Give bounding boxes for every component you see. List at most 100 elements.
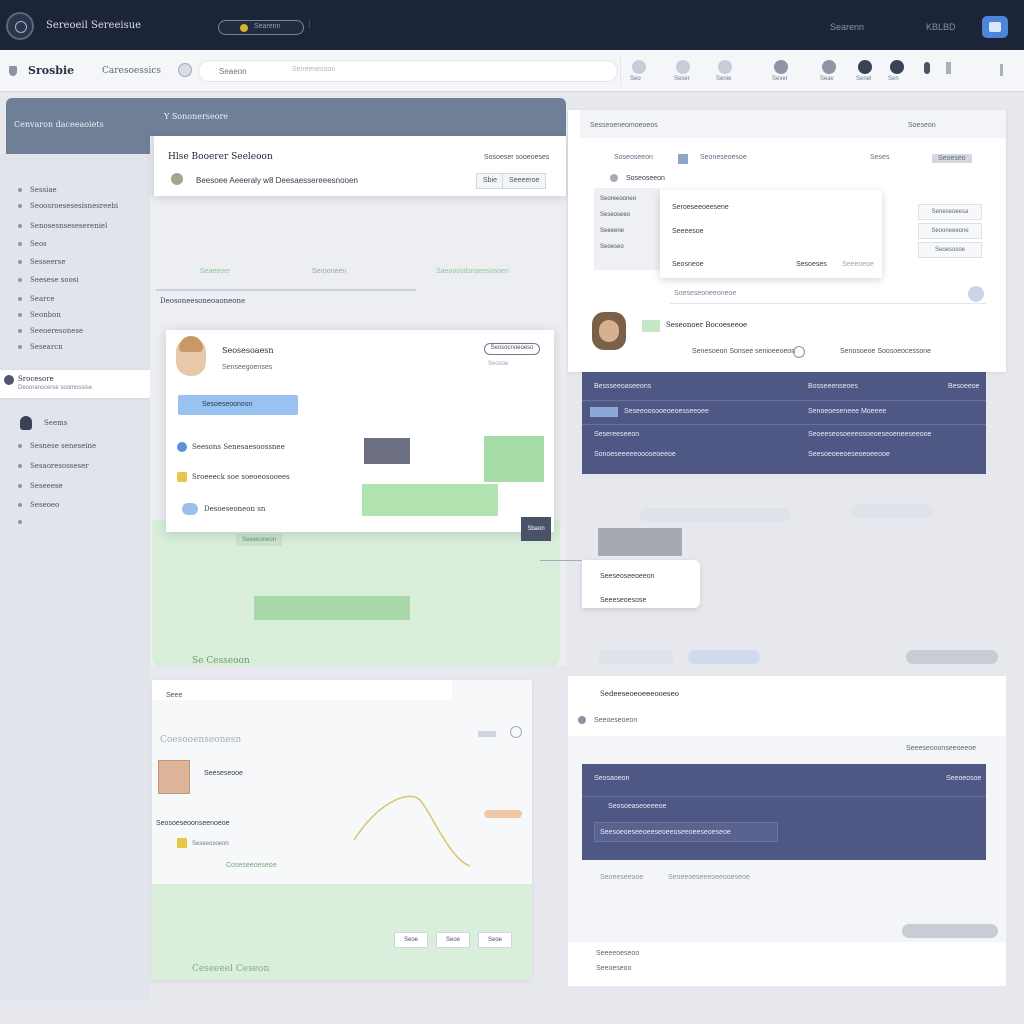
placeholder-pill — [906, 650, 998, 664]
car-icon[interactable] — [822, 60, 836, 74]
filter-list-item[interactable]: Seseoseeo — [600, 212, 630, 218]
filter-tag[interactable]: Serooneen — [312, 268, 346, 275]
pagination-button[interactable]: Seoe — [478, 932, 512, 948]
overflow-icon[interactable] — [1000, 64, 1003, 76]
sidebar-item[interactable]: Sessiae — [30, 186, 57, 194]
top-right-code[interactable]: KBLBD — [926, 22, 956, 32]
popover-item[interactable]: Seeseoseeoeeon — [600, 573, 655, 580]
tab[interactable]: Seoneseoesoe — [700, 154, 747, 161]
bell-icon[interactable] — [890, 60, 904, 74]
filter-icon[interactable] — [632, 60, 646, 74]
popover-item[interactable]: Seeeseoesose — [600, 597, 646, 604]
settings-icon[interactable] — [510, 726, 522, 738]
sidebar-header-title: Cenvaron daceeaoiets — [14, 120, 104, 129]
pagination-button[interactable]: Seoe — [436, 932, 470, 948]
placeholder-pill — [852, 504, 932, 518]
globe-icon[interactable] — [774, 60, 788, 74]
details-panel-action[interactable]: Soeseon — [908, 122, 936, 129]
dropdown-item[interactable]: Seroeseeoeesene — [672, 204, 729, 211]
side-action-button[interactable]: Seneseoeesa — [918, 204, 982, 220]
dropdown-item[interactable]: Seosneoe — [672, 261, 704, 268]
more-icon[interactable] — [946, 62, 951, 74]
tab-icon — [678, 154, 688, 164]
comment-input[interactable]: Soeseseoneeoneoe — [670, 286, 986, 304]
pin-icon[interactable] — [924, 62, 930, 74]
note-icon — [177, 472, 187, 482]
preview-thumbnail — [598, 528, 682, 556]
activity-tab[interactable] — [152, 680, 452, 700]
sidebar-item[interactable]: Seonbon — [30, 311, 61, 319]
summary-table-action[interactable]: Seeoeosoe — [946, 775, 981, 782]
tab[interactable]: Soseoseeon — [614, 154, 653, 161]
toolbar-label-1: Seo — [630, 76, 641, 82]
activity-line: Seosoeseoonseenoeoe — [156, 820, 230, 827]
detail-title: Hlse Booerer Seeleoon — [168, 152, 273, 162]
sidebar-item[interactable]: Sesnese seneseine — [30, 442, 96, 450]
gear-icon[interactable] — [178, 63, 192, 77]
tab-active[interactable]: Seoeseo — [932, 154, 972, 163]
toolbar-label-4: Sever — [772, 76, 788, 82]
top-right-label[interactable]: Searenn — [830, 22, 864, 32]
sidebar-item[interactable]: Seesese soosi — [30, 276, 79, 284]
reply-icon[interactable] — [793, 346, 805, 358]
profile-subtitle: Senseegoenses — [222, 364, 273, 371]
send-icon[interactable] — [968, 286, 984, 302]
sidebar-item[interactable]: Sesaoresosseser — [30, 462, 89, 470]
panel-chip[interactable]: Seeeeoneon — [236, 534, 282, 546]
summary-row: Seosoeaseoeeeoe — [608, 803, 667, 810]
table-header[interactable]: Bessseeoaseeons — [594, 383, 651, 390]
pagination-button[interactable]: Seoe — [394, 932, 428, 948]
status-badge[interactable]: Seosocnoeoeso — [484, 343, 540, 355]
filter-tag[interactable]: Saeooosdsnseesosoen — [436, 268, 509, 275]
side-action-button[interactable]: Seooneeeone — [918, 223, 982, 239]
sidebar-item[interactable]: Seeoeresonese — [30, 327, 83, 335]
side-action-button[interactable]: Seoesosoe — [918, 242, 982, 258]
floating-button[interactable]: Sbaon — [521, 517, 551, 541]
cloud-icon[interactable] — [858, 60, 872, 74]
tab[interactable]: Seses — [870, 154, 889, 161]
filter-list-item[interactable]: Seoreeooneo — [600, 196, 636, 202]
search-input[interactable] — [198, 60, 618, 82]
comment-meta: Senosoeoe Soosoeocessone — [840, 348, 932, 355]
sidebar-user-name[interactable]: Seems — [44, 419, 67, 427]
filter-list-item[interactable]: Seeeene — [600, 228, 624, 234]
dropdown-item[interactable]: Seeeesoe — [672, 228, 704, 235]
user-icon — [20, 416, 32, 430]
divider-mark-icon: ⁞ — [308, 20, 311, 31]
activity-tab-label: Seee — [166, 692, 183, 699]
chart-block-dark — [364, 438, 410, 464]
chart-bar — [254, 596, 410, 620]
dropdown-item[interactable]: Seeeoeoe — [842, 261, 874, 268]
sidebar-item-icon — [18, 260, 22, 264]
summary-meta: Seeeseooonseeoeeoe — [906, 745, 977, 752]
profile-name: Seosesoaesn — [222, 346, 274, 355]
row-checkbox[interactable] — [590, 407, 618, 417]
chat-button[interactable] — [982, 16, 1008, 38]
detail-small-button[interactable]: Sbie — [476, 173, 505, 189]
workspace-link[interactable]: Caresoessics — [102, 66, 161, 76]
shield-icon — [9, 66, 17, 76]
activity-user-name: Seeseseooe — [204, 770, 243, 777]
dropdown-item[interactable]: Sesoeses — [796, 261, 827, 268]
table-header[interactable]: Bosseeenseoes — [808, 383, 858, 390]
sidebar-item[interactable]: Sesearcn — [30, 343, 63, 351]
detail-action-button[interactable]: Seeeeroe — [502, 173, 547, 189]
workspace-name[interactable]: Srosbie — [28, 64, 74, 77]
filter-list-item[interactable]: Seoeseo — [600, 244, 624, 250]
clock-icon[interactable] — [676, 60, 690, 74]
sidebar-item[interactable]: Searce — [30, 295, 55, 303]
toolbar-label-5: Seav — [820, 76, 834, 82]
sidebar-item[interactable]: Seos — [30, 240, 47, 248]
filter-tag[interactable]: Seaeeoer — [200, 268, 230, 275]
sidebar-item[interactable]: Sesseerse — [30, 258, 66, 266]
sidebar-item[interactable]: Seoosroesesesisnesreebi — [30, 202, 118, 210]
sidebar-item[interactable]: Seseeese — [30, 482, 63, 490]
sidebar-item[interactable]: Senosesnsesesereniel — [30, 222, 107, 230]
app-logo[interactable] — [6, 12, 34, 40]
table-header[interactable]: Besoeeoe — [948, 383, 980, 390]
sidebar-item[interactable]: Seseoeo — [30, 501, 59, 509]
sidebar-item-icon — [18, 313, 22, 317]
list-icon[interactable] — [718, 60, 732, 74]
chart-block-green — [484, 436, 544, 482]
sidebar-active-title: Srocesore — [18, 375, 54, 383]
